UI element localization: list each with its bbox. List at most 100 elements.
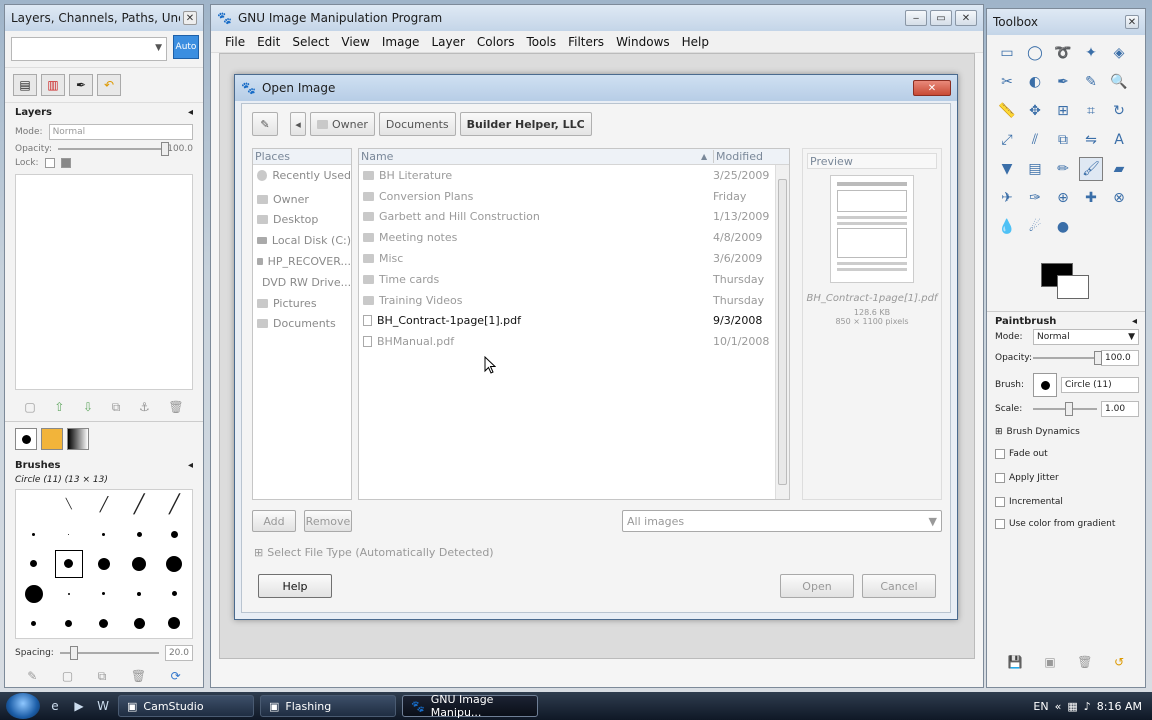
lock-alpha-checkbox[interactable]	[60, 158, 71, 168]
text-icon[interactable]: A	[1107, 128, 1131, 152]
file-row[interactable]: Time cards Thursday	[359, 269, 775, 290]
help-button[interactable]: Help	[258, 574, 332, 598]
scroll-left-icon[interactable]: ◂	[290, 112, 306, 136]
menu-select[interactable]: Select	[286, 35, 335, 49]
brush-preview[interactable]	[1033, 373, 1057, 397]
paths-tab-icon[interactable]: ✒	[69, 74, 93, 96]
opacity-slider[interactable]	[58, 142, 170, 156]
layers-tab-icon[interactable]: ▤	[13, 74, 37, 96]
file-row[interactable]: Misc 3/6/2009	[359, 248, 775, 269]
ellipse-select-icon[interactable]: ◯	[1023, 41, 1047, 65]
files-scrollbar[interactable]	[775, 165, 789, 499]
brush-grid[interactable]: ╲ ╱ ╱ ╱	[15, 489, 193, 639]
brush-item[interactable]	[102, 592, 106, 596]
paint-mode-select[interactable]: Normal ▼	[1033, 329, 1139, 345]
paintbrush-icon[interactable]: 🖌	[1079, 157, 1103, 181]
brush-item[interactable]	[32, 532, 36, 536]
close-icon[interactable]: ✕	[1125, 15, 1139, 29]
place-item[interactable]: Owner	[253, 189, 351, 210]
expander-icon[interactable]: ⊞	[254, 546, 263, 559]
incremental-row[interactable]: Incremental	[995, 497, 1139, 507]
raise-layer-icon[interactable]: ⇧	[54, 400, 64, 415]
menu-image[interactable]: Image	[376, 35, 426, 49]
clone-icon[interactable]: ⊕	[1051, 186, 1075, 210]
flip-icon[interactable]: ⇋	[1079, 128, 1103, 152]
volume-icon[interactable]: ♪	[1084, 700, 1091, 713]
paint-opacity-value[interactable]: 100.0	[1101, 350, 1139, 366]
smudge-icon[interactable]: ☄	[1023, 215, 1047, 239]
menu-view[interactable]: View	[335, 35, 375, 49]
place-item[interactable]: Documents	[253, 314, 351, 335]
brush-item[interactable]: ╱	[134, 494, 145, 515]
select-file-type-expander[interactable]: ⊞ Select File Type (Automatically Detect…	[254, 546, 494, 559]
place-item[interactable]: Desktop	[253, 210, 351, 231]
use-gradient-row[interactable]: Use color from gradient	[995, 519, 1139, 529]
remove-bookmark-button[interactable]: Remove	[304, 510, 352, 532]
fuzzy-select-icon[interactable]: ✦	[1079, 41, 1103, 65]
lasso-icon[interactable]: ➰	[1051, 41, 1075, 65]
slider-knob[interactable]	[1065, 402, 1073, 416]
language-indicator[interactable]: EN	[1033, 700, 1048, 713]
rotate-icon[interactable]: ↻	[1107, 99, 1131, 123]
dialog-titlebar[interactable]: 🐾 Open Image ✕	[235, 75, 957, 101]
align-icon[interactable]: ⊞	[1051, 99, 1075, 123]
word-icon[interactable]: W	[94, 697, 112, 715]
brush-dynamics-row[interactable]: ⊞ Brush Dynamics	[995, 427, 1139, 437]
path-documents-button[interactable]: Documents	[378, 112, 456, 136]
brush-tab-icon[interactable]	[15, 428, 37, 450]
brush-item[interactable]	[166, 555, 183, 572]
apply-jitter-row[interactable]: Apply Jitter	[995, 473, 1139, 483]
lock-pixels-checkbox[interactable]	[44, 158, 55, 168]
brush-name-field[interactable]: Circle (11)	[1061, 377, 1139, 393]
new-brush-icon[interactable]: ▢	[62, 669, 73, 684]
brush-item[interactable]	[68, 533, 70, 535]
apply-jitter-checkbox[interactable]	[995, 473, 1005, 483]
foreground-select-icon[interactable]: ◐	[1023, 70, 1047, 94]
save-options-icon[interactable]: 💾	[1008, 655, 1023, 669]
modified-column-header[interactable]: Modified	[713, 150, 789, 163]
rect-select-icon[interactable]: ▭	[995, 41, 1019, 65]
brush-item[interactable]	[170, 530, 178, 538]
brush-item[interactable]	[137, 591, 142, 596]
duplicate-brush-icon[interactable]: ⧉	[98, 669, 107, 684]
path-owner-button[interactable]: Owner	[310, 112, 375, 136]
minimize-icon[interactable]: ‒	[905, 10, 927, 26]
eraser-icon[interactable]: ▰	[1107, 157, 1131, 181]
close-icon[interactable]: ✕	[183, 11, 197, 25]
slider-knob[interactable]	[69, 646, 78, 660]
close-icon[interactable]: ✕	[955, 10, 977, 26]
scale-icon[interactable]: ⤢	[995, 128, 1019, 152]
start-button[interactable]	[6, 693, 40, 719]
ie-icon[interactable]: e	[46, 697, 64, 715]
incremental-checkbox[interactable]	[995, 497, 1005, 507]
blur-icon[interactable]: 💧	[995, 215, 1019, 239]
brush-item[interactable]: ╱	[169, 494, 180, 515]
background-color[interactable]	[1057, 275, 1089, 299]
menu-tools[interactable]: Tools	[521, 35, 563, 49]
tab-menu-icon[interactable]: ◂	[1132, 316, 1137, 327]
apply-jitter-label[interactable]: Apply Jitter	[1009, 473, 1059, 483]
place-item[interactable]: HP_RECOVER...	[253, 251, 351, 272]
brush-item[interactable]	[136, 531, 142, 537]
path-current-button[interactable]: Builder Helper, LLC	[459, 112, 592, 136]
toolbox-titlebar[interactable]: Toolbox ✕	[987, 9, 1145, 35]
taskbar-gimp[interactable]: 🐾 GNU Image Manipu...	[402, 693, 538, 719]
brush-item[interactable]: ╲	[66, 499, 72, 510]
place-item[interactable]: Local Disk (C:)	[253, 230, 351, 251]
menu-colors[interactable]: Colors	[471, 35, 521, 49]
heal-icon[interactable]: ✚	[1079, 186, 1103, 210]
expander-icon[interactable]: ⊞	[995, 427, 1003, 437]
file-row[interactable]: Garbett and Hill Construction 1/13/2009	[359, 207, 775, 228]
cancel-button[interactable]: Cancel	[862, 574, 936, 598]
brush-item[interactable]	[97, 557, 110, 570]
edit-brush-icon[interactable]: ✎	[27, 669, 37, 684]
delete-brush-icon[interactable]: 🗑	[131, 669, 146, 684]
scrollbar-thumb[interactable]	[778, 179, 787, 485]
paths-icon[interactable]: ✒	[1051, 70, 1075, 94]
brush-item[interactable]	[30, 560, 38, 568]
brush-item[interactable]	[171, 591, 177, 597]
taskbar-flashing[interactable]: ▣ Flashing	[260, 695, 396, 717]
lower-layer-icon[interactable]: ⇩	[83, 400, 93, 415]
brush-item[interactable]	[102, 532, 106, 536]
ink-icon[interactable]: ✑	[1023, 186, 1047, 210]
